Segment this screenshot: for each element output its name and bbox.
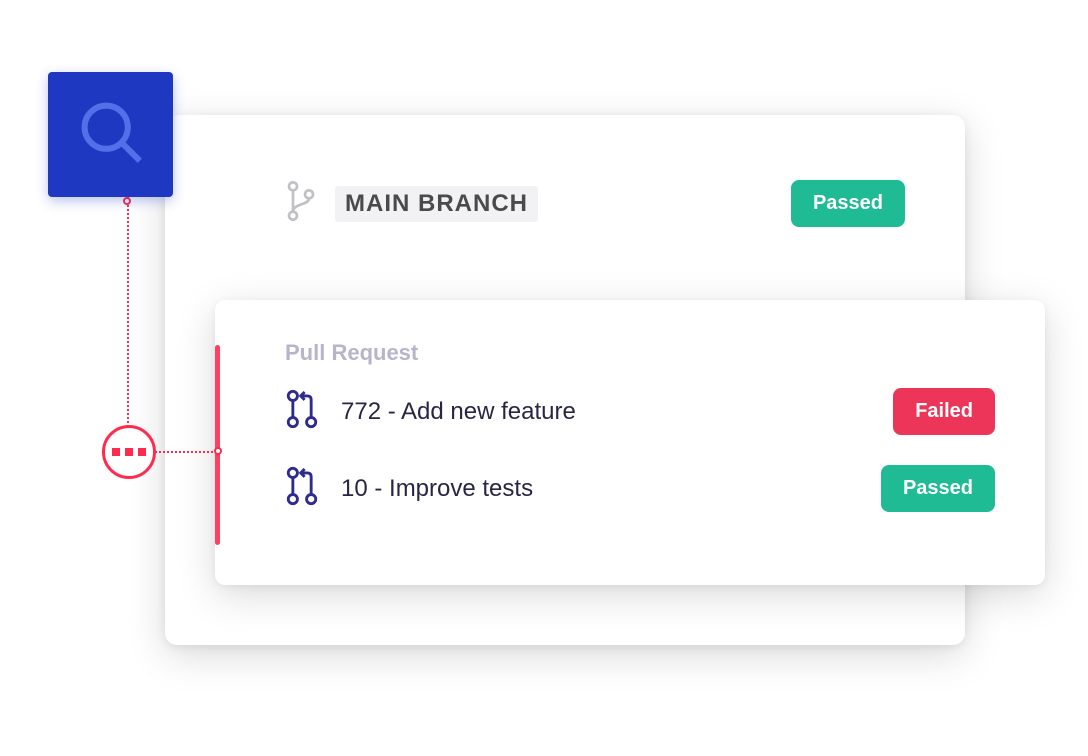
branch-label: MAIN BRANCH — [335, 186, 538, 222]
branch-group: MAIN BRANCH — [285, 181, 538, 226]
pr-row-left: 10 - Improve tests — [285, 465, 533, 512]
pull-request-icon — [285, 465, 319, 512]
pr-row[interactable]: 10 - Improve tests Passed — [285, 465, 995, 512]
pull-request-card: Pull Request 772 - Add new feature Faile… — [215, 300, 1045, 585]
git-branch-icon — [285, 181, 317, 226]
timeline-node-right — [214, 447, 222, 455]
timeline-vertical — [127, 197, 129, 427]
pr-row[interactable]: 772 - Add new feature Failed — [285, 388, 995, 435]
pull-request-icon — [285, 388, 319, 435]
accent-bar — [215, 345, 220, 545]
pr-status-badge: Failed — [893, 388, 995, 435]
pr-title: 772 - Add new feature — [341, 398, 576, 426]
more-icon-dot — [125, 448, 133, 456]
pr-section-header: Pull Request — [285, 340, 995, 366]
search-button[interactable] — [48, 72, 173, 197]
timeline-node-top — [123, 197, 131, 205]
more-icon-dot — [138, 448, 146, 456]
main-status-badge: Passed — [791, 180, 905, 227]
more-node[interactable] — [102, 425, 156, 479]
timeline-horizontal — [155, 451, 217, 453]
pr-row-left: 772 - Add new feature — [285, 388, 576, 435]
pr-title: 10 - Improve tests — [341, 475, 533, 503]
pr-status-badge: Passed — [881, 465, 995, 512]
more-icon-dot — [112, 448, 120, 456]
search-icon — [75, 96, 147, 173]
main-header: MAIN BRANCH Passed — [285, 180, 905, 227]
